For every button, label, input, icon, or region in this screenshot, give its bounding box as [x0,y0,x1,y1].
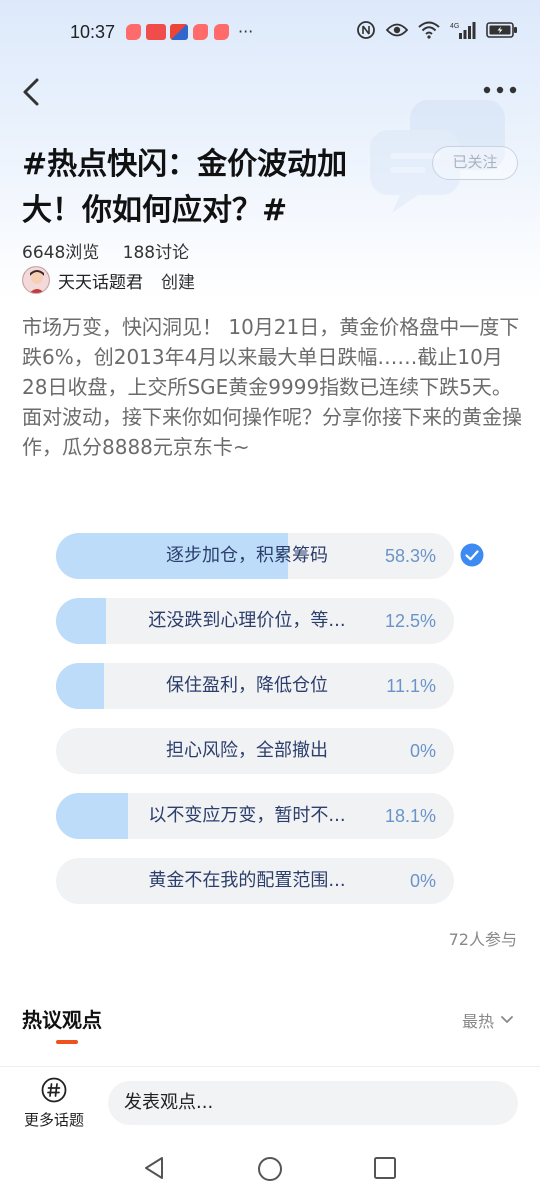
poll-option[interactable]: 还没跌到心理价位，等... 12.5% [56,598,454,644]
poll-option-label: 保住盈利，降低仓位 [166,675,328,696]
selected-check-icon [460,543,484,567]
poll-option[interactable]: 以不变应万变，暂时不... 18.1% [56,793,454,839]
poll-option-percent: 12.5% [384,611,436,631]
more-topics-button[interactable]: 更多话题 [18,1077,90,1130]
topic-description: 市场万变，快闪洞见！ 10月21日，黄金价格盘中一度下跌6%，创2013年4月以… [22,315,522,459]
view-count: 6648浏览 [22,243,100,263]
back-icon[interactable] [18,76,48,108]
notification-app-icon [214,24,229,40]
creator-name[interactable]: 天天话题君 [58,268,143,293]
poll-option-percent: 0% [409,871,436,891]
topic-title: #热点快闪：金价波动加大！你如何应对？# [22,147,348,228]
nfc-icon [357,21,375,39]
sort-dropdown[interactable]: 最热 [462,1008,514,1032]
participant-count: 72人参与 [448,930,517,949]
notification-app-icon [193,24,208,40]
eye-icon [386,23,408,37]
status-bar: 10:37 ··· 4G [0,0,540,66]
more-topics-label: 更多话题 [23,1111,84,1129]
poll-option-label: 逐步加仓，积累筹码 [166,545,328,566]
status-more: ··· [238,22,254,41]
discussion-count: 188讨论 [122,243,190,263]
wifi-icon [418,21,440,39]
nav-back-icon[interactable] [143,1156,165,1180]
comment-bar: 更多话题 发表观点... [0,1066,540,1132]
topic-stats: 6648浏览 188讨论 [22,238,207,263]
top-nav [0,66,540,116]
poll-fill [56,663,104,709]
poll-option-percent: 58.3% [384,546,436,566]
status-icons: 4G [356,20,518,40]
poll-option-label: 黄金不在我的配置范围... [148,870,346,891]
poll-fill [56,598,106,644]
poll-option-percent: 11.1% [386,676,436,696]
chevron-down-icon [501,1016,513,1023]
system-nav-bar [0,1132,540,1200]
poll-option[interactable]: 逐步加仓，积累筹码 58.3% [56,533,454,579]
poll: 逐步加仓，积累筹码 58.3% 还没跌到心理价位，等... 12.5% 保住盈利… [56,533,496,923]
notification-app-icon [146,24,166,40]
poll-fill [56,793,129,839]
creator-info: 天天话题君 创建 [22,265,195,295]
poll-option-percent: 0% [409,741,436,761]
hot-opinions-tab[interactable]: 热议观点 [22,1004,102,1033]
status-time: 10:37 [70,22,116,42]
nav-home-icon[interactable] [257,1156,283,1182]
sort-label: 最热 [461,1012,494,1031]
poll-option-percent: 18.1% [384,806,436,826]
avatar-image-icon [23,267,49,293]
notification-app-icon [170,24,188,40]
nav-recents-icon[interactable] [373,1156,397,1180]
follow-button[interactable]: 已关注 [432,146,518,180]
poll-option[interactable]: 担心风险，全部撤出 0% [56,728,454,774]
poll-option-label: 担心风险，全部撤出 [166,740,328,761]
notification-app-icon [126,24,141,40]
comment-input[interactable]: 发表观点... [108,1081,518,1125]
signal-icon: 4G [450,22,476,39]
network-type: 4G [450,23,459,30]
poll-option[interactable]: 黄金不在我的配置范围... 0% [56,858,454,904]
poll-option-label: 还没跌到心理价位，等... [148,610,346,631]
tab-indicator [56,1040,78,1044]
poll-option-label: 以不变应万变，暂时不... [148,805,346,826]
creator-role: 创建 [161,272,195,293]
hashtag-icon [41,1077,67,1103]
poll-option[interactable]: 保住盈利，降低仓位 11.1% [56,663,454,709]
battery-icon [486,22,517,38]
avatar[interactable] [22,266,50,294]
more-dots-icon[interactable] [482,80,518,100]
